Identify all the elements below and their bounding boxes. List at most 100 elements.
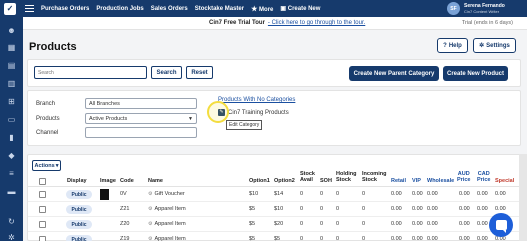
briefcase-icon[interactable]: ▬	[7, 188, 16, 196]
contacts-icon[interactable]: ☻	[7, 27, 16, 35]
cell-wholesale: 0.00	[427, 221, 438, 227]
list-icon[interactable]: ≡	[7, 170, 16, 178]
product-name[interactable]: Gift Voucher	[154, 191, 184, 197]
cell-code: Z19	[120, 236, 130, 241]
cell-retail: 0.00	[391, 236, 402, 241]
branch-select[interactable]: All Branches	[85, 98, 197, 109]
help-button[interactable]: ? Help	[437, 38, 468, 53]
col-display[interactable]: Display	[67, 178, 87, 184]
cell-option1: $10	[249, 191, 259, 197]
cell-aud: 0.00	[459, 206, 470, 212]
channel-label: Channel	[36, 130, 59, 136]
cart-icon[interactable]: ⊞	[7, 98, 16, 106]
gear-icon[interactable]: ✲	[7, 234, 16, 241]
cell-name[interactable]: ⚙ Apparel Item	[148, 236, 186, 241]
col-cad-price[interactable]: CAD Price	[477, 171, 490, 183]
display-badge[interactable]: Public	[66, 205, 92, 214]
cell-option1: $5	[249, 206, 256, 212]
search-input[interactable]	[34, 66, 147, 79]
star-icon: ★	[251, 5, 258, 13]
nav-production-jobs[interactable]: Production Jobs	[96, 6, 143, 12]
cell-name[interactable]: ⚙ Apparel Item	[148, 206, 186, 212]
col-wholesale[interactable]: Wholesale	[427, 178, 454, 184]
col-name[interactable]: Name	[148, 178, 163, 184]
user-name: Serena Fernando	[464, 2, 505, 9]
product-name[interactable]: Apparel Item	[154, 236, 185, 241]
menu-icon[interactable]	[25, 5, 34, 12]
gear-icon[interactable]: ⚙	[148, 191, 152, 197]
row-checkbox[interactable]	[39, 206, 46, 213]
user-menu[interactable]: SF Serena Fernando Cin7 Content Writer	[447, 0, 527, 17]
cell-vip: 0.00	[412, 191, 423, 197]
user-role: Cin7 Content Writer	[464, 8, 500, 14]
cell-option1: $5	[249, 221, 256, 227]
gear-icon[interactable]: ⚙	[148, 236, 152, 241]
chat-button[interactable]	[489, 213, 513, 237]
tag-icon[interactable]: ◆	[7, 152, 16, 160]
col-image[interactable]: Image	[100, 178, 116, 184]
table-row[interactable]: Public Z21 ⚙ Apparel Item $5 $10 0 0 0 0 0.00 0.00 0…	[28, 202, 527, 217]
row-checkbox[interactable]	[39, 236, 46, 241]
create-product-button[interactable]: Create New Product	[443, 66, 508, 81]
select-all-checkbox[interactable]	[39, 178, 46, 185]
app-logo[interactable]: ✓	[4, 2, 16, 15]
document-icon[interactable]: ▤	[7, 62, 16, 70]
avatar[interactable]: SF	[447, 2, 460, 15]
product-name[interactable]: Apparel Item	[154, 206, 185, 212]
cell-code: Z20	[120, 221, 130, 227]
product-name[interactable]: Apparel Item	[154, 221, 185, 227]
nav-sales-orders[interactable]: Sales Orders	[151, 6, 188, 12]
building-icon[interactable]: ▥	[7, 80, 16, 88]
refresh-icon[interactable]: ↻	[7, 218, 16, 226]
chart-icon[interactable]: ▮	[7, 134, 16, 142]
box-icon[interactable]: ▦	[7, 44, 16, 52]
col-incoming-stock[interactable]: Incoming Stock	[362, 171, 386, 183]
display-badge[interactable]: Public	[66, 220, 92, 229]
trial-days: Trial (ends in 6 days)	[461, 20, 513, 26]
display-badge[interactable]: Public	[66, 190, 92, 199]
display-badge[interactable]: Public	[66, 235, 92, 241]
products-select[interactable]: Active Products ▼	[85, 113, 197, 124]
col-soh[interactable]: SOH	[320, 178, 332, 184]
search-button[interactable]: Search	[151, 66, 182, 79]
cell-name[interactable]: ⚙ Gift Voucher	[148, 191, 185, 197]
cell-stock-avail: 0	[300, 191, 304, 197]
col-code[interactable]: Code	[120, 178, 134, 184]
cell-soh: 0	[320, 221, 324, 227]
gear-icon[interactable]: ⚙	[148, 221, 152, 227]
col-special[interactable]: Special	[495, 178, 514, 184]
nav-create-new[interactable]: ▣ Create New	[280, 5, 320, 12]
truck-icon[interactable]: ▭	[7, 116, 16, 124]
col-retail[interactable]: Retail	[391, 178, 406, 184]
cell-option1: $5	[249, 236, 256, 241]
col-stock-avail[interactable]: Stock Avail	[300, 171, 315, 183]
cell-incoming: 0	[362, 236, 366, 241]
nav-purchase-orders[interactable]: Purchase Orders	[41, 6, 89, 12]
trial-tour-link[interactable]: - Click here to go through to the tour.	[268, 20, 365, 26]
gear-icon[interactable]: ⚙	[148, 206, 152, 212]
channel-select[interactable]	[85, 127, 197, 138]
cell-name[interactable]: ⚙ Apparel Item	[148, 221, 186, 227]
settings-button[interactable]: ✲ Settings	[473, 38, 516, 53]
row-checkbox[interactable]	[39, 191, 46, 198]
table-row[interactable]: Public 0V ⚙ Gift Voucher $10 $14 0 0 0 0 0.00 0.00 0…	[28, 187, 527, 202]
nav-more[interactable]: ★ More	[251, 5, 273, 13]
table-row[interactable]: Public Z20 ⚙ Apparel Item $5 $20 0 0 0 0 0.00 0.00 0…	[28, 217, 527, 232]
row-checkbox[interactable]	[39, 221, 46, 228]
reset-button[interactable]: Reset	[186, 66, 213, 79]
col-vip[interactable]: VIP	[412, 178, 421, 184]
nav-stocktake-master[interactable]: Stocktake Master	[195, 6, 244, 12]
col-option1[interactable]: Option1	[249, 178, 270, 184]
create-parent-category-button[interactable]: Create New Parent Category	[349, 66, 439, 81]
cell-special: 0.00	[495, 191, 506, 197]
cell-wholesale: 0.00	[427, 191, 438, 197]
scrollbar[interactable]	[519, 154, 527, 241]
col-option2[interactable]: Option2	[274, 178, 295, 184]
product-thumbnail[interactable]	[100, 189, 109, 200]
no-category-link[interactable]: Products With No Categories	[218, 97, 295, 103]
trial-banner: Cin7 Free Trial Tour - Click here to go …	[23, 17, 527, 30]
trial-label: Cin7 Free Trial Tour	[209, 20, 265, 26]
table-row[interactable]: Public Z19 ⚙ Apparel Item $5 $5 0 0 0 0 0.00 0.00 0.…	[28, 232, 527, 241]
col-aud-price[interactable]: AUD Price	[457, 171, 470, 183]
col-holding-stock[interactable]: Holding Stock	[336, 171, 356, 183]
